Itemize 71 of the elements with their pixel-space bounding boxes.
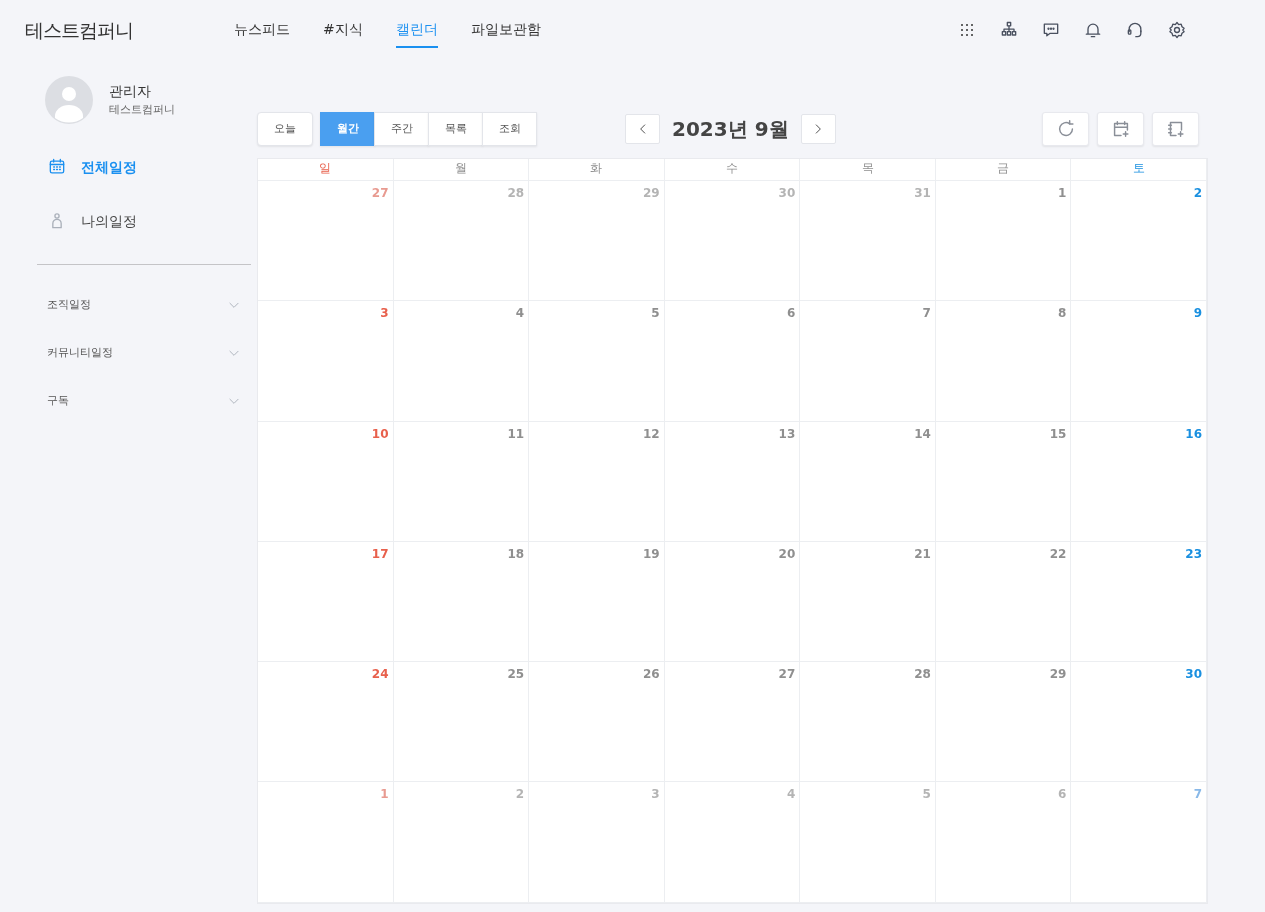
day-number: 2: [515, 786, 525, 804]
sidebar-group[interactable]: 커뮤니티일정: [37, 329, 251, 377]
day-number: 23: [1185, 545, 1202, 563]
weekday-label: 일: [319, 160, 332, 177]
avatar-silhouette-icon: [45, 76, 93, 124]
day-number: 26: [643, 666, 660, 684]
day-number: 22: [1049, 545, 1067, 563]
weekday-label: 금: [997, 160, 1010, 177]
sidebar-item[interactable]: 나의일정: [37, 194, 251, 248]
day-number: 27: [371, 185, 389, 202]
add-note-button[interactable]: [1152, 112, 1199, 146]
view-tab[interactable]: 주간: [374, 112, 429, 146]
day-number: 14: [914, 425, 931, 443]
calendar-icon: [47, 157, 67, 177]
day-number: 6: [786, 305, 796, 323]
day-number: 18: [507, 545, 525, 563]
day-number: 8: [1058, 305, 1067, 323]
nav-tab[interactable]: 뉴스피드: [234, 12, 290, 48]
add-event-button[interactable]: [1097, 112, 1144, 146]
day-number: 31: [914, 185, 931, 202]
day-number: 15: [1049, 425, 1067, 443]
day-number: 7: [1193, 786, 1202, 804]
day-number: 27: [778, 666, 796, 684]
nav-tab[interactable]: 파일보관함: [470, 12, 541, 48]
day-number: 30: [1185, 666, 1202, 684]
refresh-button[interactable]: [1042, 112, 1089, 146]
day-number: 13: [778, 425, 796, 443]
weekday-label: 월: [454, 160, 467, 177]
day-number: 5: [651, 305, 660, 323]
day-number: 29: [643, 185, 660, 202]
weekday-label: 화: [590, 160, 603, 177]
day-number: 21: [914, 545, 931, 563]
day-number: 19: [643, 545, 660, 563]
day-number: 5: [922, 786, 931, 804]
day-number: 1: [380, 786, 389, 804]
day-number: 28: [507, 185, 525, 202]
view-tab[interactable]: 목록: [428, 112, 483, 146]
day-number: 24: [371, 666, 389, 684]
day-number: 11: [507, 425, 525, 443]
day-number: 28: [914, 666, 931, 684]
day-number: 12: [643, 425, 660, 443]
settings-icon[interactable]: [1167, 20, 1187, 40]
day-number: 29: [1049, 666, 1067, 684]
day-number: 3: [380, 305, 389, 323]
day-number: 10: [371, 425, 389, 443]
day-number: 1: [1058, 185, 1067, 202]
month-title: 2023년 9월: [672, 116, 789, 143]
day-number: 30: [778, 185, 796, 202]
day-number: 20: [778, 545, 796, 563]
headset-icon[interactable]: [1125, 20, 1145, 40]
day-number: 2: [1193, 185, 1202, 202]
day-number: 3: [651, 786, 660, 804]
weekday-label: 수: [726, 160, 738, 177]
today-button[interactable]: 오늘: [257, 112, 313, 146]
nav-tab[interactable]: #지식: [323, 12, 363, 48]
day-number: 25: [507, 666, 525, 684]
user-name: 관리자: [109, 82, 152, 102]
weekday-label: 토: [1132, 160, 1145, 177]
logo-text: 테스트컴퍼니: [24, 17, 134, 43]
day-number: 4: [786, 786, 796, 804]
company-name: 테스트컴퍼니: [109, 102, 175, 119]
sidebar-group[interactable]: 조직일정: [37, 281, 251, 329]
day-number: 17: [371, 545, 389, 563]
day-number: 16: [1185, 425, 1202, 443]
view-tab[interactable]: 조회: [482, 112, 537, 146]
day-number: 9: [1193, 305, 1202, 323]
weekday-label: 목: [861, 160, 874, 177]
day-number: 4: [515, 305, 525, 323]
day-number: 6: [1058, 786, 1067, 804]
day-number: 7: [922, 305, 931, 323]
sidebar-group[interactable]: 구독: [37, 377, 251, 425]
